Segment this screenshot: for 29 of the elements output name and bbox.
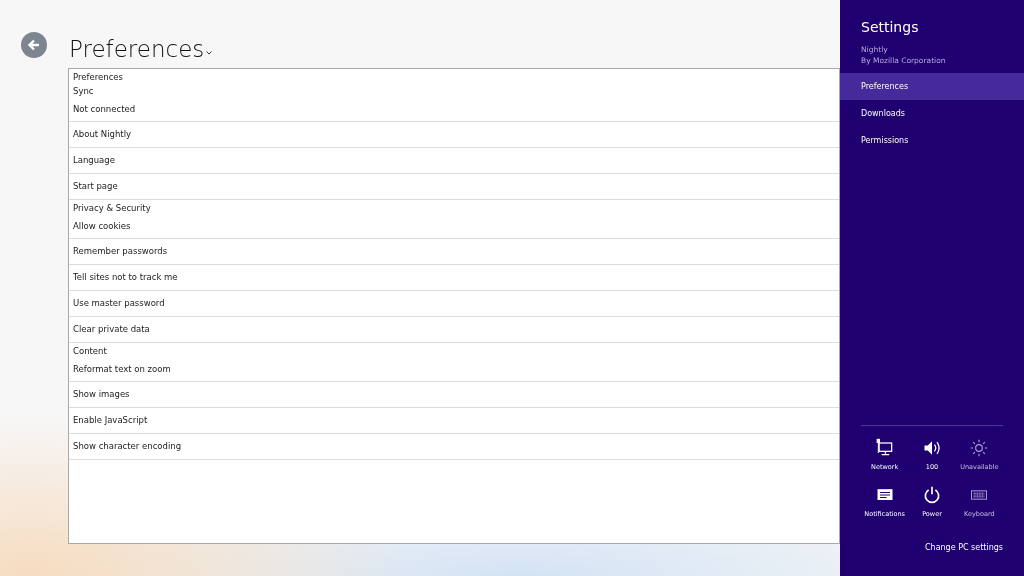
back-button[interactable]: [21, 32, 47, 58]
change-pc-settings-link[interactable]: Change PC settings: [924, 542, 1003, 554]
back-arrow-icon: [27, 38, 41, 52]
preference-row[interactable]: Show images: [69, 382, 839, 408]
preference-row[interactable]: Use master password: [69, 291, 839, 317]
section-heading: Content: [72, 345, 108, 357]
preference-row[interactable]: Enable JavaScript: [69, 408, 839, 434]
section-heading: Sync: [72, 85, 95, 97]
chevron-down-icon[interactable]: [206, 51, 213, 55]
preference-row[interactable]: Language: [69, 148, 839, 174]
preference-row[interactable]: About Nightly: [69, 122, 839, 148]
preference-row[interactable]: Reformat text on zoom: [69, 357, 839, 382]
settings-item[interactable]: Permissions: [840, 127, 1024, 154]
preference-row[interactable]: Remember passwords: [69, 239, 839, 265]
preference-row[interactable]: Clear private data: [69, 317, 839, 343]
settings-item[interactable]: Preferences: [840, 73, 1024, 100]
list-caption: Preferences: [72, 71, 124, 83]
preference-row[interactable]: Show character encoding: [69, 434, 839, 460]
settings-item[interactable]: Downloads: [840, 100, 1024, 127]
page-title: Preferences: [69, 35, 205, 64]
power-icon: [922, 484, 942, 505]
preference-row[interactable]: Start page: [69, 174, 839, 200]
preference-row[interactable]: Allow cookies: [69, 214, 839, 239]
preference-row[interactable]: Not connected: [69, 97, 839, 122]
preference-row[interactable]: Tell sites not to track me: [69, 265, 839, 291]
pane-title: Settings: [861, 18, 920, 36]
section-heading: Privacy & Security: [72, 202, 152, 214]
sun-icon: [969, 438, 990, 458]
network-icon: [874, 438, 895, 458]
